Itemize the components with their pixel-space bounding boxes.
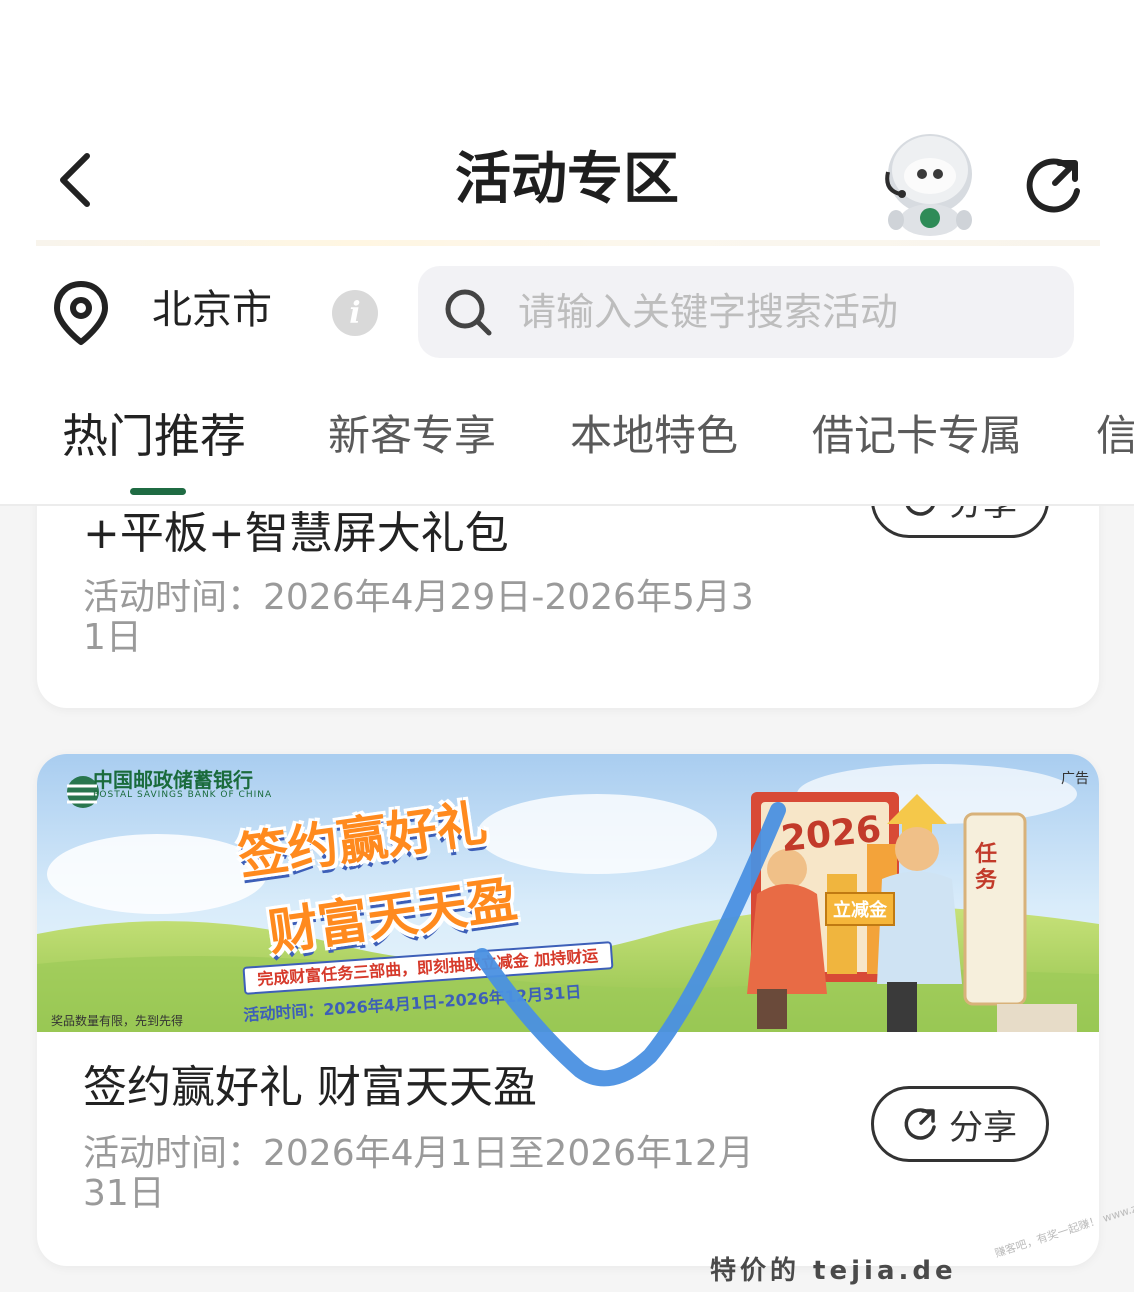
location-pin-icon[interactable]	[52, 280, 110, 346]
share-button[interactable]: 分享	[871, 1086, 1049, 1162]
activity-list: +平板+智慧屏大礼包 活动时间：2026年4月29日-2026年5月31日 分享	[0, 506, 1134, 1292]
activity-card[interactable]: 中国邮政储蓄银行 POSTAL SAVINGS BANK OF CHINA 广告…	[37, 754, 1099, 1266]
watermark-text: 特价的 tejia.de	[710, 1256, 957, 1286]
banner-task-label: 任务	[975, 842, 998, 893]
tab-local-feature[interactable]: 本地特色	[570, 406, 738, 466]
banner-fund-label: 立减金	[825, 892, 895, 926]
share-button[interactable]: 分享	[871, 506, 1049, 538]
activity-title: 签约赢好礼 财富天天盈	[83, 1062, 537, 1113]
header-decoration-strip	[36, 240, 1100, 246]
banner-note: 奖品数量有限，先到先得	[51, 1014, 184, 1028]
tab-active-indicator	[130, 488, 186, 495]
city-selector[interactable]: 北京市	[152, 284, 272, 336]
search-input[interactable]	[518, 266, 1058, 358]
share-icon	[904, 1108, 936, 1140]
assistant-robot-icon[interactable]	[878, 128, 978, 236]
activity-time: 活动时间：2026年4月1日至2026年12月31日	[83, 1133, 754, 1214]
ad-label: 广告	[1061, 771, 1089, 787]
share-icon	[905, 506, 935, 516]
share-label: 分享	[949, 1107, 1017, 1148]
tab-credit-partial[interactable]: 信	[1096, 406, 1134, 466]
activity-title: +平板+智慧屏大礼包	[83, 508, 509, 559]
tab-debit-card[interactable]: 借记卡专属	[812, 406, 1022, 466]
info-icon[interactable]: i	[332, 290, 378, 336]
share-label: 分享	[949, 506, 1017, 525]
category-tabs: 热门推荐 新客专享 本地特色 借记卡专属 信	[0, 400, 1134, 506]
activity-banner[interactable]: 中国邮政储蓄银行 POSTAL SAVINGS BANK OF CHINA 广告…	[37, 754, 1099, 1032]
app-header: 活动专区 北京市 i 请输入关键字搜索活动 热门推荐 新客专享 本地特色 借记卡…	[0, 0, 1134, 506]
share-icon	[1026, 158, 1080, 213]
activity-card[interactable]: +平板+智慧屏大礼包 活动时间：2026年4月29日-2026年5月31日 分享	[37, 506, 1099, 708]
activity-time: 活动时间：2026年4月29日-2026年5月31日	[83, 577, 754, 658]
bank-name: 中国邮政储蓄银行	[93, 768, 253, 792]
bank-name-en: POSTAL SAVINGS BANK OF CHINA	[93, 790, 273, 800]
share-button-top[interactable]	[1018, 148, 1092, 222]
tab-hot-recommend[interactable]: 热门推荐	[62, 406, 246, 466]
search-bar[interactable]	[418, 266, 1074, 358]
search-icon	[445, 289, 492, 336]
tab-new-customer[interactable]: 新客专享	[328, 406, 496, 466]
